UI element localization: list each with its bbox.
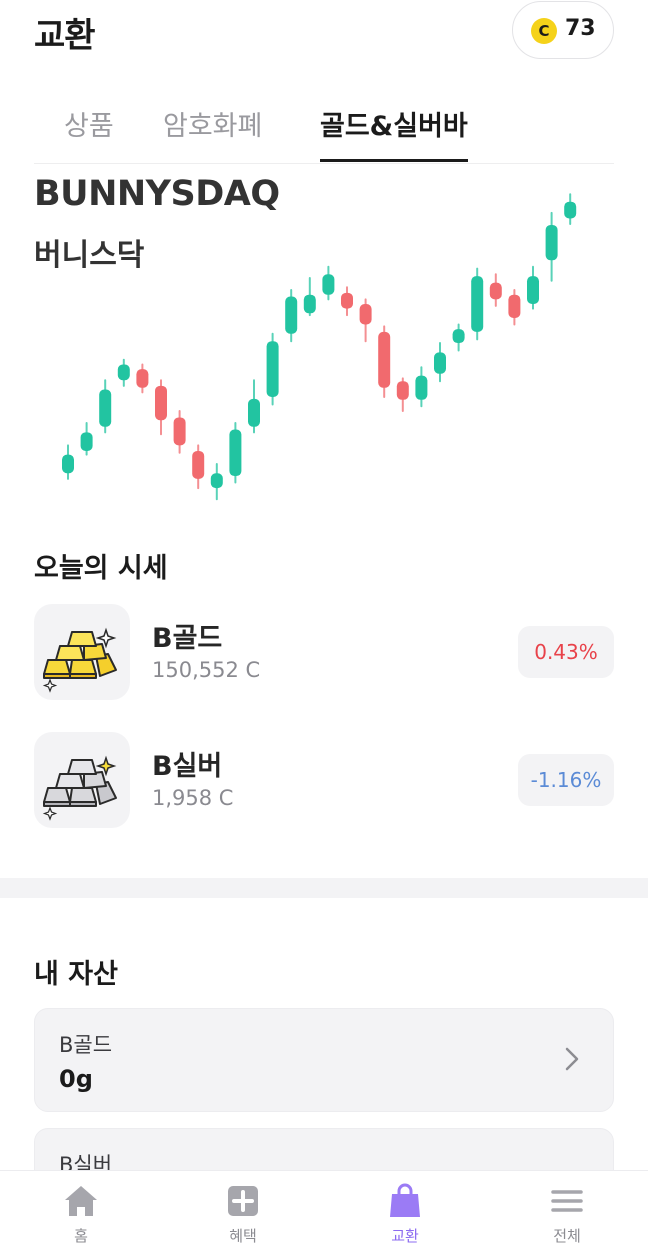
section-divider [0,878,648,898]
candle [341,286,353,317]
change-badge: -1.16% [518,754,614,806]
silver-bars-icon [34,732,130,828]
tab-crypto[interactable]: 암호화폐 [163,104,262,162]
index-name: 버니스닥 [34,238,145,273]
candle [117,358,130,387]
page-title: 교환 [34,16,96,56]
nav-all[interactable]: 전체 [486,1171,648,1251]
candle [155,379,167,436]
candle-body-up [545,224,558,261]
header: 교환 C 73 [0,0,648,64]
item-name: B실버 [152,751,223,782]
bottom-nav: 홈 혜택 교환 전체 [0,1170,648,1251]
candle [378,325,391,398]
candle-body-up [62,454,74,474]
candle-body-up [210,473,223,489]
coin-balance-button[interactable]: C 73 [512,1,614,59]
candle [434,342,446,383]
candle-body-up [248,398,260,427]
candle-body-up [285,296,298,334]
candle-body-down [508,294,521,318]
candle [229,422,242,484]
candle-body-down [341,292,353,309]
candle-body-down [173,417,186,446]
candle-body-up [303,294,316,314]
nav-label: 혜택 [229,1227,257,1245]
coin-icon: C [531,18,557,44]
candle-body-up [266,341,279,397]
item-name: B골드 [152,623,223,654]
today-price-title: 오늘의 시세 [34,553,168,584]
tab-gold-silver[interactable]: 골드&실버바 [320,104,468,162]
candle-body-down [489,282,502,300]
coin-balance: 73 [565,16,596,41]
candle [173,409,186,454]
gold-bars-icon [34,604,130,700]
candle [266,332,279,406]
nav-home[interactable]: 홈 [0,1171,162,1251]
candle [564,193,577,226]
candle-body-down [155,385,167,421]
candle [396,377,409,412]
candle [508,289,521,326]
item-price: 150,552 C [152,658,261,682]
nav-label: 교환 [391,1227,419,1245]
index-ticker: BUNNYSDAQ [34,174,280,214]
item-price: 1,958 C [152,786,234,810]
candle [80,422,93,456]
nav-benefits[interactable]: 혜택 [162,1171,324,1251]
candle-body-down [192,450,205,479]
candle-body-up [471,276,484,332]
asset-value: 0g [59,1065,93,1093]
candle-body-up [452,329,465,344]
candle-body-up [117,364,130,381]
candle-body-up [434,352,446,374]
candle [285,289,298,343]
asset-card-gold[interactable]: B골드 0g [34,1008,614,1112]
nav-label: 전체 [553,1227,581,1245]
tab-products[interactable]: 상품 [64,104,114,162]
asset-label: B골드 [59,1033,113,1057]
candle [62,444,74,480]
candle [99,379,112,434]
candle [489,273,502,307]
home-icon [65,1186,97,1216]
nav-exchange[interactable]: 교환 [324,1171,486,1251]
candle-body-up [564,201,577,219]
candle [303,276,316,317]
candle-body-down [359,304,372,325]
candle-body-up [527,276,539,304]
nav-label: 홈 [74,1227,88,1245]
plus-box-icon [228,1186,258,1216]
chevron-right-icon [565,1047,579,1071]
candle-body-up [229,429,242,477]
candle [527,265,539,310]
candle [415,366,428,408]
candle [248,379,260,434]
candle-body-down [136,369,149,388]
candle [359,298,372,343]
shopping-bag-icon [390,1183,420,1217]
candle [471,267,484,341]
tab-bar: 상품 암호화폐 골드&실버바 [34,96,614,164]
candle-body-down [378,331,391,388]
price-row-silver[interactable]: B실버 1,958 C -1.16% [34,732,614,828]
change-badge: 0.43% [518,626,614,678]
candle-body-up [99,389,112,427]
candle [452,323,465,352]
menu-icon [551,1190,583,1212]
candle [136,363,149,394]
candle [322,265,335,301]
candle [192,444,205,490]
candle [210,462,223,501]
price-row-gold[interactable]: B골드 150,552 C 0.43% [34,604,614,700]
candle-body-up [80,432,93,451]
my-assets-title: 내 자산 [34,959,118,990]
candle-body-up [322,274,335,295]
candle [545,211,558,282]
candle-body-down [396,381,409,400]
candle-body-up [415,375,428,400]
